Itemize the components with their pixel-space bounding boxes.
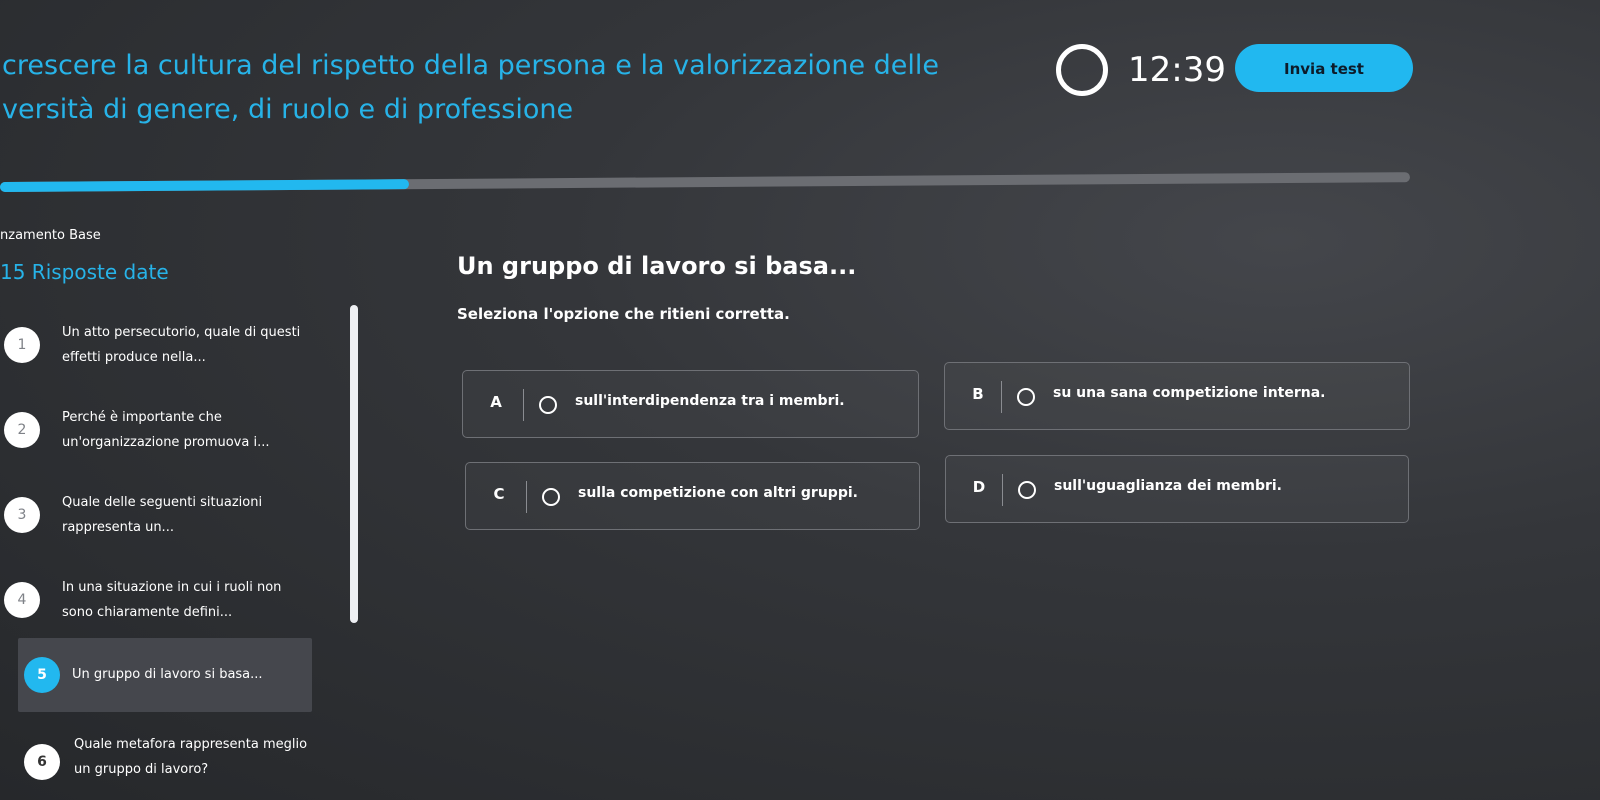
question-item-2[interactable]: 2 Perché è importante che un'organizzazi… [0, 395, 312, 465]
question-preview: Un gruppo di lavoro si basa... [72, 667, 263, 682]
question-preview: Quale metafora rappresenta meglio un gru… [74, 737, 308, 777]
question-item-3[interactable]: 3 Quale delle seguenti situazioni rappre… [0, 480, 312, 550]
question-item-5-active[interactable]: 5 Un gruppo di lavoro si basa... [18, 638, 312, 712]
question-number: 5 [24, 657, 60, 693]
question-number: 1 [4, 327, 40, 363]
option-b[interactable]: B su una sana competizione interna. [944, 362, 1410, 430]
question-title: Un gruppo di lavoro si basa... [457, 252, 857, 280]
instructions: Seleziona l'opzione che ritieni corretta… [457, 305, 790, 323]
progress-bar [0, 172, 1411, 192]
option-letter: C [493, 485, 505, 503]
option-a[interactable]: A sull'interdipendenza tra i membri. [462, 370, 919, 438]
question-item-1[interactable]: 1 Un atto persecutorio, quale di questi … [0, 310, 312, 380]
option-divider [1001, 381, 1002, 413]
option-divider [523, 389, 524, 421]
option-divider [1002, 474, 1003, 506]
option-letter: D [972, 478, 986, 496]
radio-icon[interactable] [1017, 388, 1035, 406]
course-title: crescere la cultura del rispetto della p… [2, 50, 940, 125]
option-text: sulla competizione con altri gruppi. [578, 485, 858, 501]
question-preview: Perché è importante che un'organizzazion… [62, 410, 270, 450]
question-preview: Quale delle seguenti situazioni rapprese… [62, 495, 263, 535]
option-text: sull'interdipendenza tra i membri. [575, 393, 845, 409]
question-item-4[interactable]: 4 In una situazione in cui i ruoli non s… [0, 565, 312, 635]
option-letter: A [490, 393, 502, 411]
radio-icon[interactable] [1018, 481, 1036, 499]
option-text: su una sana competizione interna. [1053, 385, 1326, 401]
question-number: 2 [4, 412, 40, 448]
question-list-scrollbar[interactable] [350, 305, 358, 623]
radio-icon[interactable] [539, 396, 557, 414]
option-text: sull'uguaglianza dei membri. [1054, 478, 1282, 494]
question-preview: In una situazione in cui i ruoli non son… [62, 580, 282, 620]
question-number: 4 [4, 582, 40, 618]
option-d[interactable]: D sull'uguaglianza dei membri. [945, 455, 1409, 523]
answers-count: 15 Risposte date [0, 260, 169, 284]
radio-icon[interactable] [542, 488, 560, 506]
timer-ring-icon [1056, 44, 1108, 96]
question-list: 1 Un atto persecutorio, quale di questi … [0, 310, 340, 800]
option-c[interactable]: C sulla competizione con altri gruppi. [465, 462, 920, 530]
level-label: nzamento Base [0, 228, 101, 243]
quiz-page: crescere la cultura del rispetto della p… [0, 0, 1600, 800]
timer: 12:39 [1128, 50, 1226, 90]
question-number: 3 [4, 497, 40, 533]
submit-test-button[interactable]: Invia test [1235, 44, 1413, 92]
option-letter: B [972, 385, 984, 403]
question-preview: Un atto persecutorio, quale di questi ef… [62, 325, 301, 365]
question-item-6[interactable]: 6 Quale metafora rappresenta meglio un g… [0, 722, 312, 792]
option-divider [526, 481, 527, 513]
progress-bar-fill [0, 179, 409, 192]
question-number: 6 [24, 744, 60, 780]
